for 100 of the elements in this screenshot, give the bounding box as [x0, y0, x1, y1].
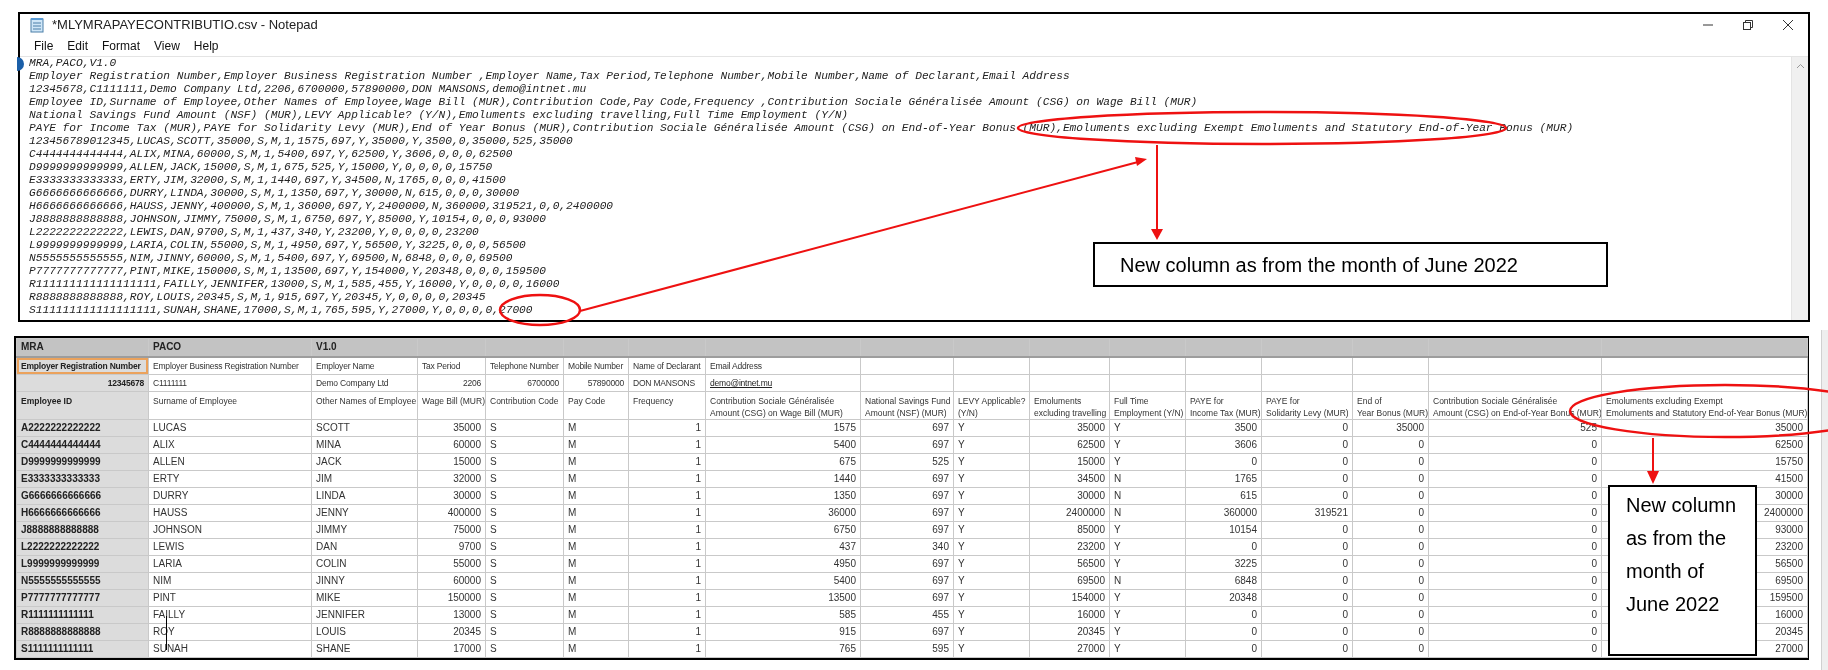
table-cell: 62500	[1601, 436, 1808, 454]
table-cell: 6750	[705, 521, 861, 539]
table-cell: Y	[1109, 640, 1186, 658]
table-cell: 0	[1261, 572, 1353, 590]
table-cell: 1	[628, 640, 706, 658]
menu-item[interactable]: Help	[187, 37, 225, 55]
table-cell: Y	[953, 589, 1030, 607]
table-cell: 525	[860, 453, 954, 471]
table-cell: 697	[860, 470, 954, 488]
table-cell: 150000	[417, 589, 486, 607]
table-cell: 1	[628, 521, 706, 539]
menu-item[interactable]: Edit	[61, 37, 95, 55]
table-cell: 4950	[705, 555, 861, 573]
table-cell: M	[563, 623, 629, 641]
table-cell: 585	[705, 606, 861, 624]
table-cell: HAUSS	[148, 504, 312, 522]
table-cell: 0	[1352, 453, 1429, 471]
table-cell: 60000	[417, 436, 486, 454]
table-cell: 0	[1261, 623, 1353, 641]
table-cell: 0	[1261, 589, 1353, 607]
table-cell: Y	[953, 521, 1030, 539]
table-cell: 1575	[705, 419, 861, 437]
table-cell: 32000	[417, 470, 486, 488]
table-cell: Y	[953, 538, 1030, 556]
table-cell: DAN	[311, 538, 418, 556]
close-icon[interactable]	[1782, 19, 1794, 31]
table-cell: LOUIS	[311, 623, 418, 641]
table-cell: 20345	[1029, 623, 1110, 641]
table-cell: 1	[628, 538, 706, 556]
table-cell: N	[1109, 470, 1186, 488]
table-cell: 0	[1261, 521, 1353, 539]
table-cell: 0	[1352, 538, 1429, 556]
table-cell: S	[485, 589, 564, 607]
table-cell: 697	[860, 419, 954, 437]
table-cell: JIM	[311, 470, 418, 488]
table-cell: 0	[1185, 453, 1262, 471]
text-line: N5555555555555,NIM,JINNY,60000,S,M,1,5400,697,Y,69500,N,6848,0,0,0,69500	[29, 252, 513, 265]
table-cell: Y	[1109, 419, 1186, 437]
table-cell: 697	[860, 504, 954, 522]
table-cell: 0	[1352, 470, 1429, 488]
table-cell: Y	[953, 555, 1030, 573]
table-cell: MIKE	[311, 589, 418, 607]
table-cell: 675	[705, 453, 861, 471]
table-cell: 0	[1428, 623, 1602, 641]
table-cell: LEWIS	[148, 538, 312, 556]
table-cell: 16000	[1029, 606, 1110, 624]
table-cell: S	[485, 572, 564, 590]
table-cell: 0	[1352, 572, 1429, 590]
table-cell: Y	[953, 419, 1030, 437]
table-cell: 697	[860, 555, 954, 573]
table-cell: SHANE	[311, 640, 418, 658]
menu-item[interactable]: File	[28, 37, 60, 55]
table-cell: PAYE for Income Tax (MUR)	[1185, 391, 1262, 420]
scrollbar[interactable]	[1791, 57, 1808, 320]
table-cell: Y	[1109, 538, 1186, 556]
table-cell: 0	[1185, 640, 1262, 658]
table-cell: 13000	[417, 606, 486, 624]
table-cell: 0	[1428, 572, 1602, 590]
table-cell: 0	[1428, 606, 1602, 624]
window-title: *MLYMRAPAYECONTRIBUTIO.csv - Notepad	[52, 16, 318, 35]
table-cell: 697	[860, 589, 954, 607]
table-cell: 1	[628, 436, 706, 454]
text-line: R8888888888888,ROY,LOUIS,20345,S,M,1,915,697,Y,20345,Y,0,0,0,0,20345	[29, 291, 486, 304]
table-cell: MINA	[311, 436, 418, 454]
table-cell: 595	[860, 640, 954, 658]
restore-icon[interactable]	[1742, 19, 1754, 31]
table-cell: 2206	[417, 374, 486, 392]
table-cell: 1	[628, 606, 706, 624]
notepad-icon	[30, 17, 44, 33]
table-cell: S	[485, 453, 564, 471]
scroll-up-icon[interactable]	[1795, 63, 1805, 69]
table-cell: Wage Bill (MUR)	[417, 391, 486, 420]
table-cell: M	[563, 419, 629, 437]
table-cell: Y	[953, 504, 1030, 522]
table-cell: M	[563, 453, 629, 471]
table-cell: Y	[1109, 555, 1186, 573]
table-cell: 0	[1261, 606, 1353, 624]
table-cell: FAILLY	[148, 606, 312, 624]
table-cell: Mobile Number	[563, 356, 629, 375]
text-line: J8888888888888,JOHNSON,JIMMY,75000,S,M,1,6750,697,Y,85000,Y,10154,0,0,0,93000	[29, 213, 546, 226]
table-cell: 697	[860, 521, 954, 539]
table-cell: 0	[1352, 640, 1429, 658]
table-cell: 5400	[705, 436, 861, 454]
table-cell: Y	[953, 623, 1030, 641]
table-cell: ALLEN	[148, 453, 312, 471]
table-cell: 0	[1261, 487, 1353, 505]
table-cell: 0	[1352, 504, 1429, 522]
table-cell: 765	[705, 640, 861, 658]
table-cell: ERTY	[148, 470, 312, 488]
table-cell: C1111111	[148, 374, 312, 392]
table-cell: 34500	[1029, 470, 1110, 488]
table-cell: S	[485, 555, 564, 573]
menu-item[interactable]: View	[148, 37, 186, 55]
text-line: E3333333333333,ERTY,JIM,32000,S,M,1,1440,697,Y,34500,N,1765,0,0,0,41500	[29, 174, 506, 187]
table-cell: JENNIFER	[311, 606, 418, 624]
table-cell: LINDA	[311, 487, 418, 505]
table-cell: DON MANSONS	[628, 374, 706, 392]
table-cell: COLIN	[311, 555, 418, 573]
table-cell: 0	[1352, 436, 1429, 454]
menu-item[interactable]: Format	[96, 37, 147, 55]
